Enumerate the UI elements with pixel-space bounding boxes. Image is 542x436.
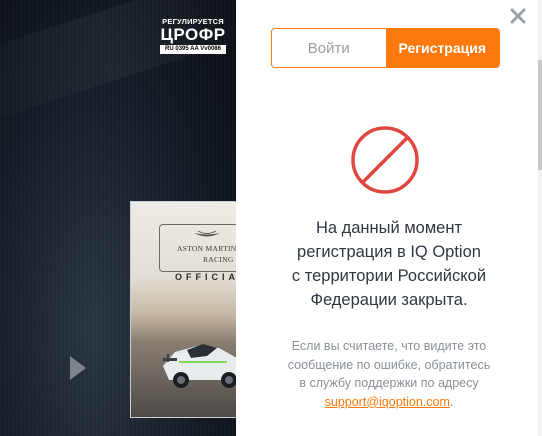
regulator-badge: РЕГУЛИРУЕТСЯ ЦРОФР RU 0395 AA Vv0086	[160, 17, 226, 54]
scrollbar[interactable]	[538, 0, 542, 436]
regulator-name: ЦРОФР	[160, 25, 226, 44]
wings-logo-icon	[194, 230, 220, 237]
race-car-image	[163, 344, 236, 388]
support-email-link[interactable]: support@iqoption.com	[325, 395, 450, 409]
tab-register[interactable]: Регистрация	[385, 29, 499, 67]
note-line: Если вы считаете, что видите это	[291, 339, 487, 353]
auth-tabs: Войти Регистрация	[271, 28, 500, 68]
close-icon[interactable]	[508, 6, 528, 26]
note-email-line: support@iqoption.com.	[256, 393, 522, 412]
note-line: в службу поддержки по адресу	[299, 376, 479, 390]
message-line: Федерации закрыта.	[310, 291, 468, 309]
brand-line2: RACING	[203, 255, 234, 264]
message-line: На данный момент	[315, 219, 463, 237]
scrollbar-thumb[interactable]	[538, 60, 542, 170]
note-suffix: .	[449, 394, 454, 409]
regulator-license: RU 0395 AA Vv0086	[160, 45, 226, 54]
official-label: OFFICIA	[175, 272, 236, 282]
no-entry-icon	[351, 126, 419, 194]
note-line: сообщение по ошибке, обратитесь	[287, 357, 491, 372]
tab-login[interactable]: Войти	[272, 29, 386, 67]
background-area: РЕГУЛИРУЕТСЯ ЦРОФР RU 0395 AA Vv0086 AST…	[0, 0, 236, 436]
play-arrow-icon[interactable]	[66, 354, 88, 382]
registration-closed-message: На данный момент регистрация в IQ Option…	[256, 216, 522, 312]
message-line: с территории Российской	[291, 267, 487, 285]
brand-line1: ASTON MARTIN	[177, 244, 236, 253]
support-note: Если вы считаете, что видите это сообщен…	[256, 337, 522, 411]
message-line: регистрация в IQ Option	[297, 243, 481, 261]
promo-banner[interactable]: ASTON MARTIN RACING OFFICIA	[130, 201, 236, 418]
registration-modal: Войти Регистрация На данный момент регис…	[236, 0, 542, 436]
brand-text: ASTON MARTIN RACING	[161, 244, 236, 264]
